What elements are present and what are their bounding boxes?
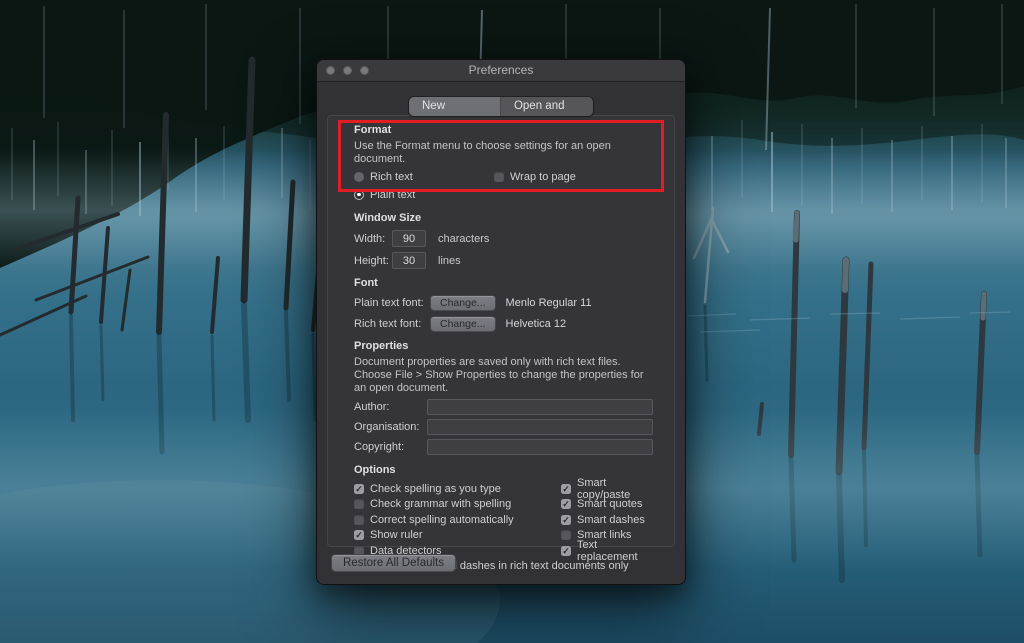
tab-new-document[interactable]: New Document	[409, 97, 500, 116]
wrap-to-page-label: Wrap to page	[510, 171, 576, 183]
restore-defaults-button[interactable]: Restore All Defaults	[331, 554, 456, 572]
options-section-title: Options	[354, 464, 660, 477]
properties-section-title: Properties	[354, 340, 660, 353]
check-grammar-label: Check grammar with spelling	[370, 498, 511, 510]
preferences-window: Preferences New Document Open and Save F…	[316, 59, 686, 585]
window-title: Preferences	[317, 60, 685, 81]
height-unit: lines	[438, 255, 461, 267]
copyright-field[interactable]	[427, 439, 653, 455]
plain-text-radio[interactable]	[354, 190, 364, 200]
rich-font-name: Helvetica 12	[506, 318, 567, 330]
correct-spelling-checkbox[interactable]	[354, 515, 364, 525]
format-description: Use the Format menu to choose settings f…	[354, 140, 660, 166]
organisation-field[interactable]	[427, 419, 653, 435]
author-label: Author:	[354, 401, 427, 413]
text-replacement-checkbox[interactable]	[561, 546, 571, 556]
plain-font-name: Menlo Regular 11	[506, 297, 592, 309]
format-section-title: Format	[354, 124, 660, 137]
wrap-to-page-checkbox[interactable]	[494, 172, 504, 182]
plain-text-label: Plain text	[370, 189, 415, 201]
smart-quotes-label: Smart quotes	[577, 498, 642, 510]
check-spelling-label: Check spelling as you type	[370, 483, 501, 495]
show-ruler-label: Show ruler	[370, 529, 423, 541]
smart-copy-paste-checkbox[interactable]	[561, 484, 571, 494]
check-spelling-checkbox[interactable]	[354, 484, 364, 494]
author-field[interactable]	[427, 399, 653, 415]
check-grammar-checkbox[interactable]	[354, 499, 364, 509]
desktop: Preferences New Document Open and Save F…	[0, 0, 1024, 643]
height-label: Height:	[354, 255, 392, 267]
plain-font-change-button[interactable]: Change...	[430, 295, 496, 311]
settings-panel: Format Use the Format menu to choose set…	[327, 115, 675, 547]
show-ruler-checkbox[interactable]	[354, 530, 364, 540]
height-input[interactable]	[392, 252, 426, 269]
plain-text-font-label: Plain text font:	[354, 297, 430, 309]
smart-links-checkbox[interactable]	[561, 530, 571, 540]
width-label: Width:	[354, 233, 392, 245]
properties-description: Document properties are saved only with …	[354, 356, 652, 395]
smart-dashes-label: Smart dashes	[577, 514, 645, 526]
rich-text-radio[interactable]	[354, 172, 364, 182]
tab-bar: New Document Open and Save	[409, 97, 593, 116]
rich-text-font-label: Rich text font:	[354, 318, 430, 330]
rich-font-change-button[interactable]: Change...	[430, 316, 496, 332]
smart-dashes-checkbox[interactable]	[561, 515, 571, 525]
copyright-label: Copyright:	[354, 441, 427, 453]
window-size-section-title: Window Size	[354, 212, 660, 225]
width-unit: characters	[438, 233, 489, 245]
rich-text-label: Rich text	[370, 171, 413, 183]
titlebar[interactable]: Preferences	[317, 60, 685, 82]
font-section-title: Font	[354, 277, 660, 290]
organisation-label: Organisation:	[354, 421, 427, 433]
tab-open-and-save[interactable]: Open and Save	[500, 97, 593, 116]
smart-quotes-checkbox[interactable]	[561, 499, 571, 509]
correct-spelling-label: Correct spelling automatically	[370, 514, 514, 526]
width-input[interactable]	[392, 230, 426, 247]
